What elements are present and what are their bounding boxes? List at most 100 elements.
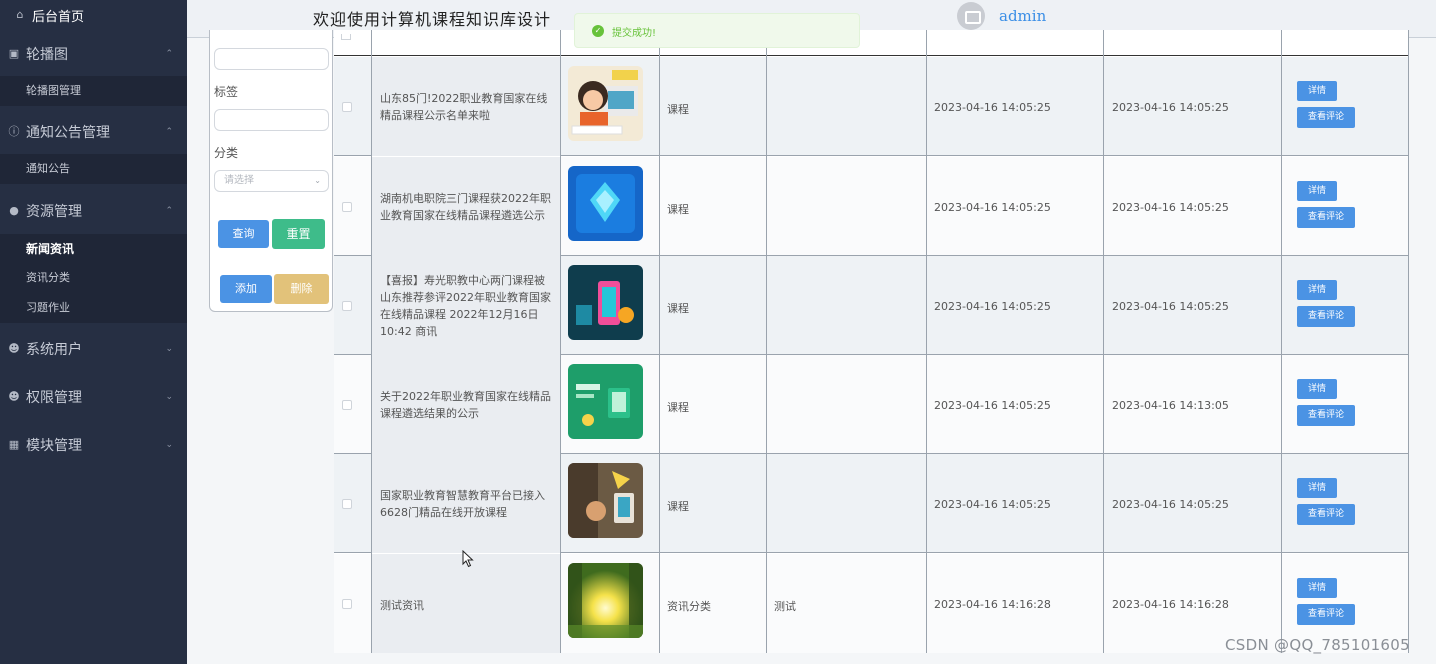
detail-button[interactable]: 详情	[1297, 81, 1337, 101]
chevron-down-icon: ⌄	[165, 392, 173, 402]
sidebar-item-label: 系统用户	[26, 342, 82, 358]
sidebar-item-home[interactable]: ⌂ 后台首页	[0, 6, 187, 25]
vertical-scrollbar[interactable]	[1420, 38, 1436, 664]
view-comments-button[interactable]: 查看评论	[1297, 604, 1355, 625]
sidebar: ⌂ 后台首页 ▣ 轮播图 ⌃ 轮播图管理 ⓘ 通知公告管理 ⌃ 通知公告 ● 资…	[0, 0, 187, 664]
info-icon: ⓘ	[8, 125, 20, 138]
table-row: 【喜报】寿光职教中心两门课程被山东推荐参评2022年职业教育国家在线精品课程 2…	[334, 256, 1409, 355]
title-search-input[interactable]	[214, 48, 329, 70]
mouse-cursor-icon	[462, 549, 474, 572]
table-row: 山东85门!2022职业教育国家在线精品课程公示名单来啦 课程 2023-04-…	[334, 57, 1409, 156]
location-pin-icon: ●	[9, 204, 19, 217]
sidebar-group-notice[interactable]: ⓘ 通知公告管理 ⌃	[0, 122, 187, 142]
tag-search-input[interactable]	[214, 109, 329, 131]
row-created: 2023-04-16 14:16:28	[934, 598, 1051, 611]
row-title: 湖南机电职院三门课程获2022年职业教育国家在线精品课程遴选公示	[380, 192, 551, 222]
picture-icon: ▣	[8, 47, 20, 60]
avatar[interactable]	[957, 2, 985, 30]
chevron-down-icon: ⌄	[165, 440, 173, 450]
chevron-up-icon: ⌃	[165, 127, 173, 137]
sidebar-item-news-category[interactable]: 资讯分类	[0, 263, 187, 293]
row-checkbox[interactable]	[342, 499, 352, 509]
table-row: 国家职业教育智慧教育平台已接入6628门精品在线开放课程 课程 2023-04-…	[334, 454, 1409, 553]
watermark: CSDN @QQ_785101605	[1225, 636, 1410, 654]
row-checkbox[interactable]	[342, 202, 352, 212]
row-thumbnail	[568, 563, 643, 638]
row-updated: 2023-04-16 14:05:25	[1112, 201, 1229, 214]
news-table: 山东85门!2022职业教育国家在线精品课程公示名单来啦 课程 2023-04-…	[334, 30, 1409, 653]
row-category: 课程	[667, 302, 689, 315]
column-divider	[371, 30, 372, 653]
category-label: 分类	[214, 146, 239, 160]
row-title: 关于2022年职业教育国家在线精品课程遴选结果的公示	[380, 390, 551, 420]
column-divider	[1408, 30, 1409, 653]
grid-icon: ▦	[8, 438, 20, 451]
row-created: 2023-04-16 14:05:25	[934, 498, 1051, 511]
sidebar-item-label: 通知公告管理	[26, 125, 110, 141]
column-divider	[1281, 30, 1282, 653]
category-select[interactable]: 请选择 ⌄	[214, 170, 329, 192]
column-divider	[659, 30, 660, 653]
view-comments-button[interactable]: 查看评论	[1297, 405, 1355, 426]
row-checkbox[interactable]	[342, 400, 352, 410]
sidebar-group-resource[interactable]: ● 资源管理 ⌃	[0, 201, 187, 221]
row-title: 国家职业教育智慧教育平台已接入6628门精品在线开放课程	[380, 489, 545, 519]
sidebar-item-carousel-manage[interactable]: 轮播图管理	[0, 76, 187, 106]
reset-button[interactable]: 重置	[272, 219, 325, 249]
row-created: 2023-04-16 14:05:25	[934, 201, 1051, 214]
detail-button[interactable]: 详情	[1297, 578, 1337, 598]
row-category: 课程	[667, 103, 689, 116]
sidebar-item-label: 后台首页	[32, 9, 85, 25]
sidebar-group-system-users[interactable]: ☻ 系统用户 ⌄	[0, 339, 187, 359]
sidebar-item-label: 模块管理	[26, 438, 82, 454]
query-button[interactable]: 查询	[218, 220, 269, 248]
home-icon: ⌂	[16, 8, 24, 21]
delete-button[interactable]: 删除	[274, 274, 329, 304]
sidebar-item-homework[interactable]: 习题作业	[0, 293, 187, 323]
row-checkbox[interactable]	[342, 599, 352, 609]
row-thumbnail	[568, 66, 643, 141]
row-updated: 2023-04-16 14:05:25	[1112, 101, 1229, 114]
table-header	[334, 30, 1409, 56]
column-divider	[926, 30, 927, 653]
row-category: 课程	[667, 401, 689, 414]
row-category: 资讯分类	[667, 600, 711, 613]
sidebar-group-carousel[interactable]: ▣ 轮播图 ⌃	[0, 44, 187, 64]
tag-label: 标签	[214, 85, 239, 99]
view-comments-button[interactable]: 查看评论	[1297, 306, 1355, 327]
row-checkbox[interactable]	[342, 102, 352, 112]
row-thumbnail	[568, 364, 643, 439]
row-updated: 2023-04-16 14:05:25	[1112, 498, 1229, 511]
check-circle-icon: ✓	[592, 25, 604, 37]
sidebar-item-news[interactable]: 新闻资讯	[0, 234, 187, 264]
detail-button[interactable]: 详情	[1297, 181, 1337, 201]
row-category: 课程	[667, 500, 689, 513]
success-toast: ✓ 提交成功!	[574, 13, 860, 48]
sidebar-group-modules[interactable]: ▦ 模块管理 ⌄	[0, 435, 187, 455]
detail-button[interactable]: 详情	[1297, 379, 1337, 399]
view-comments-button[interactable]: 查看评论	[1297, 504, 1355, 525]
sidebar-item-notice[interactable]: 通知公告	[0, 154, 187, 184]
column-divider	[766, 30, 767, 653]
add-button[interactable]: 添加	[220, 275, 272, 303]
detail-button[interactable]: 详情	[1297, 280, 1337, 300]
sidebar-group-permissions[interactable]: ☻ 权限管理 ⌄	[0, 387, 187, 407]
user-name[interactable]: admin	[999, 7, 1046, 25]
page-title: 欢迎使用计算机课程知识库设计	[313, 10, 552, 29]
row-created: 2023-04-16 14:05:25	[934, 300, 1051, 313]
row-updated: 2023-04-16 14:13:05	[1112, 399, 1229, 412]
row-title: 【喜报】寿光职教中心两门课程被山东推荐参评2022年职业教育国家在线精品课程 2…	[380, 274, 551, 338]
user-icon: ☻	[8, 390, 20, 403]
user-icon: ☻	[8, 342, 20, 355]
view-comments-button[interactable]: 查看评论	[1297, 207, 1355, 228]
row-thumbnail	[568, 166, 643, 241]
row-checkbox[interactable]	[342, 301, 352, 311]
chevron-up-icon: ⌃	[165, 49, 173, 59]
select-all-checkbox[interactable]	[341, 34, 351, 40]
row-title: 测试资讯	[380, 599, 424, 612]
chevron-down-icon: ⌄	[314, 176, 321, 185]
detail-button[interactable]: 详情	[1297, 478, 1337, 498]
view-comments-button[interactable]: 查看评论	[1297, 107, 1355, 128]
column-divider	[560, 30, 561, 653]
search-panel: 标签 分类 请选择 ⌄ 查询 重置 添加 删除	[209, 30, 333, 312]
